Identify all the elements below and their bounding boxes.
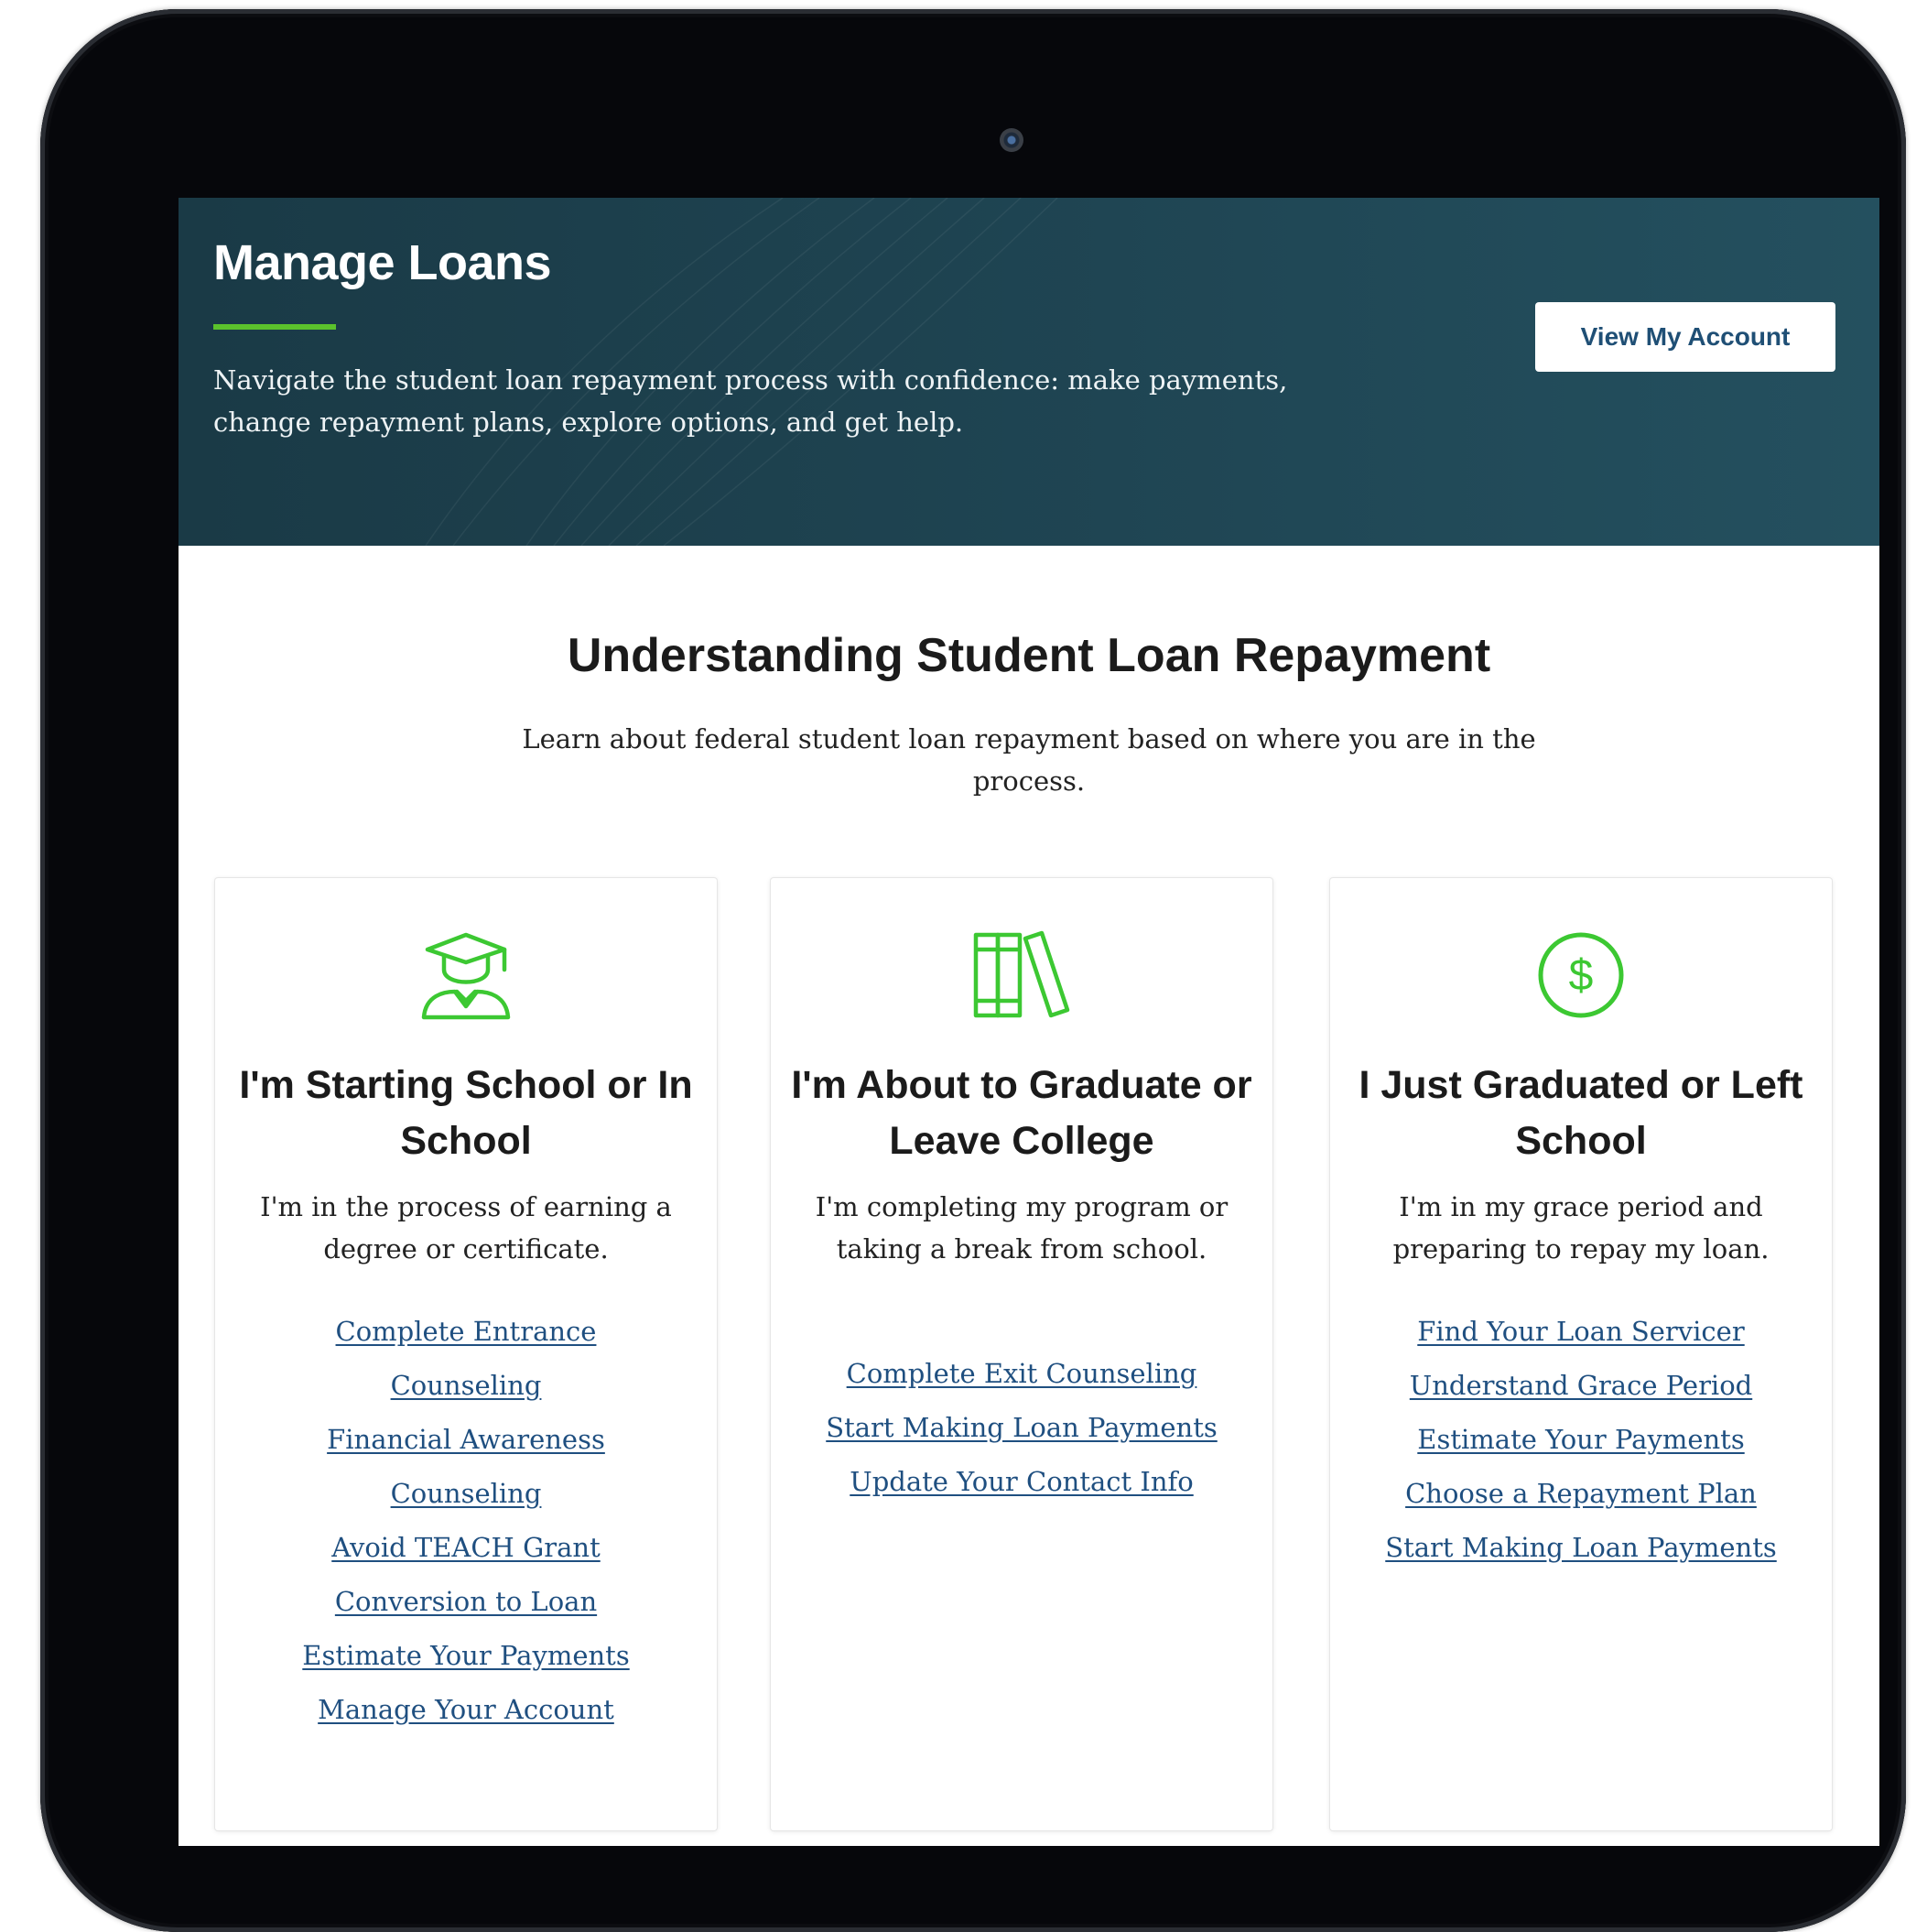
- hero-banner: Manage Loans Navigate the student loan r…: [179, 198, 1879, 546]
- complete-entrance-counseling-link[interactable]: Complete Entrance: [336, 1316, 597, 1347]
- estimate-your-payments-link[interactable]: Estimate Your Payments: [302, 1640, 629, 1671]
- hero-description: Navigate the student loan repayment proc…: [213, 364, 1288, 438]
- estimate-your-payments-link[interactable]: Estimate Your Payments: [1417, 1424, 1744, 1455]
- card-description: I'm completing my program or taking a br…: [815, 1191, 1229, 1264]
- update-contact-info-link[interactable]: Update Your Contact Info: [850, 1466, 1193, 1497]
- screen: Manage Loans Navigate the student loan r…: [179, 198, 1879, 1846]
- avoid-teach-grant-link[interactable]: Conversion to Loan: [335, 1586, 597, 1617]
- title-underline: [213, 324, 336, 330]
- start-making-loan-payments-link[interactable]: Start Making Loan Payments: [1385, 1532, 1777, 1563]
- card-link-list: Complete Entrance Counseling Financial A…: [215, 1305, 717, 1737]
- card-description: I'm in the process of earning a degree o…: [260, 1191, 672, 1264]
- card-description: I'm in my grace period and preparing to …: [1392, 1191, 1770, 1264]
- choose-repayment-plan-link[interactable]: Choose a Repayment Plan: [1405, 1478, 1757, 1509]
- dollar-circle-icon: $: [1538, 932, 1624, 1018]
- tablet-frame: Manage Loans Navigate the student loan r…: [40, 9, 1906, 1932]
- card-title: I'm About to Graduate or Leave College: [791, 1063, 1252, 1163]
- card-link-list: Find Your Loan Servicer Understand Grace…: [1330, 1305, 1832, 1575]
- card-title: I'm Starting School or In School: [239, 1063, 693, 1163]
- card-title: I Just Graduated or Left School: [1359, 1063, 1803, 1163]
- understand-grace-period-link[interactable]: Understand Grace Period: [1410, 1370, 1752, 1401]
- camera-icon: [1000, 128, 1023, 152]
- financial-awareness-counseling-link[interactable]: Counseling: [391, 1478, 542, 1509]
- card-link-list: Complete Exit Counseling Start Making Lo…: [771, 1347, 1272, 1509]
- financial-awareness-counseling-link[interactable]: Financial Awareness: [327, 1424, 605, 1455]
- complete-exit-counseling-link[interactable]: Complete Exit Counseling: [847, 1358, 1197, 1389]
- books-icon: [973, 930, 1070, 1018]
- card-starting-school: I'm Starting School or In School I'm in …: [215, 878, 717, 1830]
- avoid-teach-grant-link[interactable]: Avoid TEACH Grant: [331, 1532, 600, 1563]
- card-about-to-graduate: I'm About to Graduate or Leave College I…: [771, 878, 1272, 1830]
- complete-entrance-counseling-link[interactable]: Counseling: [391, 1370, 542, 1401]
- card-just-graduated: $ I Just Graduated or Left School I'm in…: [1330, 878, 1832, 1830]
- view-my-account-button[interactable]: View My Account: [1535, 302, 1835, 372]
- graduate-student-icon: [421, 932, 511, 1020]
- svg-text:$: $: [1569, 951, 1594, 1000]
- start-making-loan-payments-link[interactable]: Start Making Loan Payments: [826, 1412, 1218, 1443]
- find-loan-servicer-link[interactable]: Find Your Loan Servicer: [1417, 1316, 1744, 1347]
- manage-your-account-link[interactable]: Manage Your Account: [318, 1694, 614, 1725]
- section-title: Understanding Student Loan Repayment: [567, 629, 1491, 682]
- page-title: Manage Loans: [213, 235, 552, 290]
- section-subtitle: Learn about federal student loan repayme…: [522, 723, 1536, 797]
